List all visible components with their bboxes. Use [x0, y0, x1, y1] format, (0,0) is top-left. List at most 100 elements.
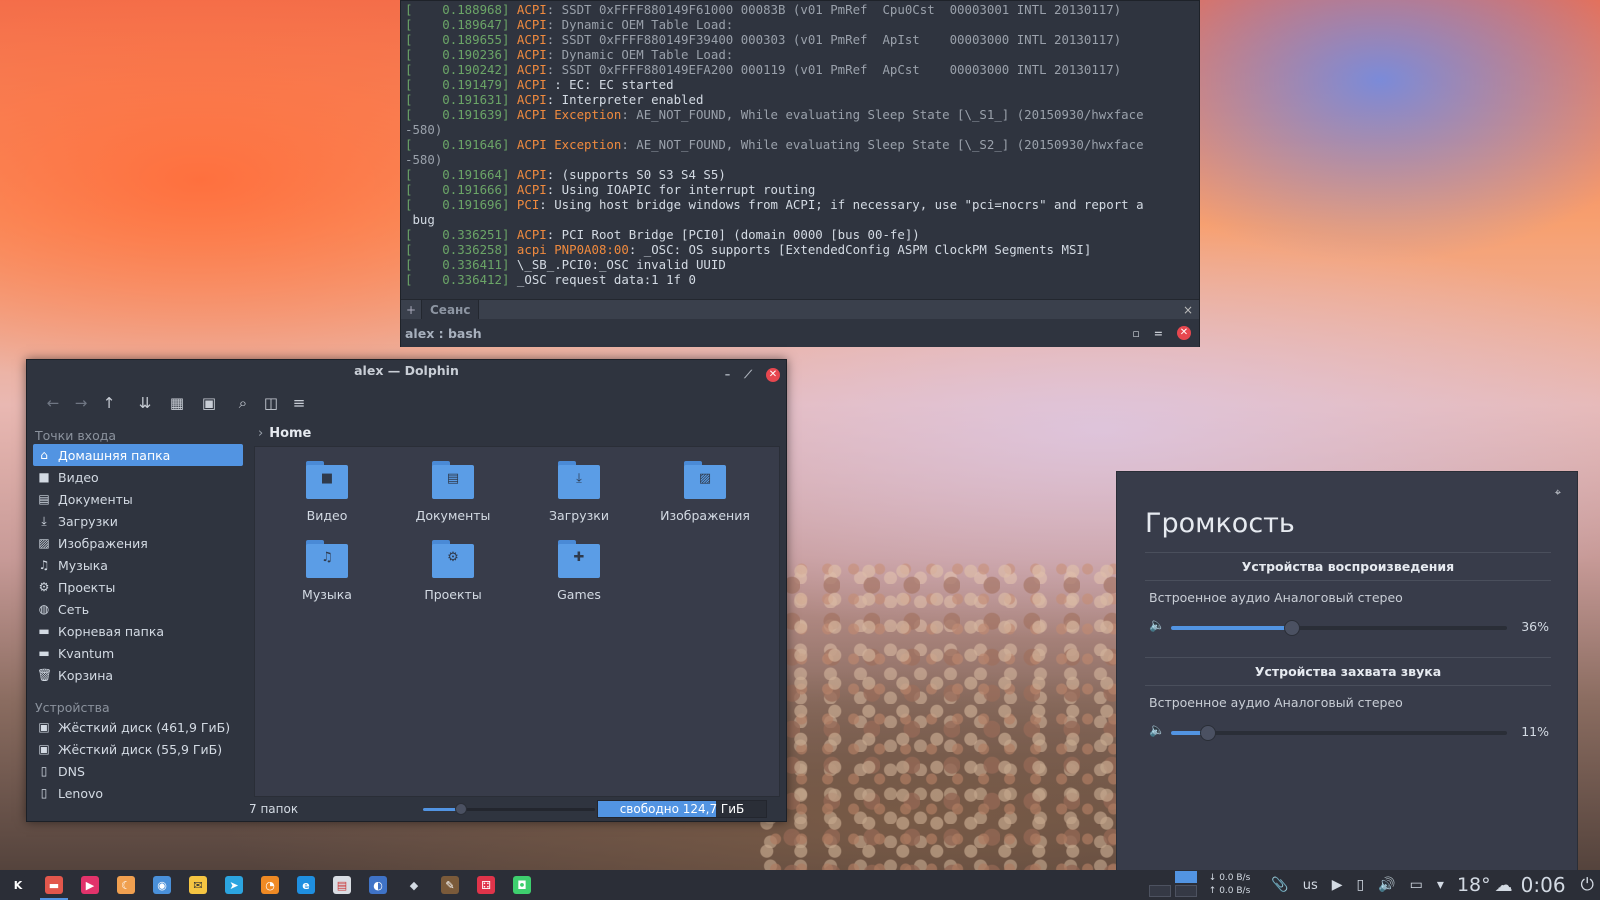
playback-volume-handle[interactable] [1283, 620, 1300, 636]
folder-item[interactable]: ▤ Документы [389, 461, 517, 523]
place-item[interactable]: ▨ Изображения [33, 532, 243, 554]
speaker-icon[interactable]: 🔈 [1149, 618, 1165, 633]
media-player-icon[interactable]: ▶ [1332, 877, 1343, 893]
zoom-slider-handle[interactable] [454, 803, 467, 815]
folder-item[interactable]: ♫ Музыка [263, 540, 391, 602]
close-tab-icon[interactable]: × [1183, 303, 1193, 317]
place-item[interactable]: ⤓ Загрузки [33, 510, 243, 532]
close-window-button[interactable]: ✕ [766, 368, 780, 382]
desktop-1[interactable] [1174, 871, 1197, 883]
taskbar-app-button[interactable]: K [0, 870, 36, 900]
android-icon: ◘ [513, 876, 531, 894]
device-item[interactable]: ▣ Жёсткий диск (55,9 ГиБ) [33, 738, 243, 760]
timestamp: [ 0.336258] [405, 242, 517, 257]
terminal-line: [ 0.191696] PCI: Using host bridge windo… [405, 197, 1193, 212]
minimize-button[interactable]: – [725, 364, 731, 386]
keyboard-layout[interactable]: us [1303, 878, 1318, 893]
capture-volume-slider[interactable] [1171, 725, 1507, 741]
log-tag: ACPI [516, 32, 547, 47]
kdeconnect-icon[interactable]: ▯ [1357, 877, 1365, 893]
split-view-icon[interactable]: ◫ [257, 389, 285, 417]
taskbar-app-button[interactable]: ➤ [216, 870, 252, 900]
place-item[interactable]: ▬ Корневая папка [33, 620, 243, 642]
maximize-button[interactable]: ⟋ [744, 364, 752, 386]
place-item[interactable]: ▬ Kvantum [33, 642, 243, 664]
close-window-button[interactable]: ✕ [1177, 326, 1191, 340]
terminal-output[interactable]: [ 0.188968] ACPI: SSDT 0xFFFF880149F6100… [401, 1, 1199, 299]
playback-volume-slider[interactable] [1171, 620, 1507, 636]
playback-volume-row: 🔈 36% [1149, 617, 1549, 637]
breadcrumb-home[interactable]: Home [269, 426, 311, 441]
place-item[interactable]: ♫ Музыка [33, 554, 243, 576]
power-icon[interactable]: ⏻ [1581, 875, 1594, 895]
back-arrow-icon[interactable]: ← [39, 389, 67, 417]
taskbar-app-button[interactable]: ✎ [432, 870, 468, 900]
menu-icon[interactable]: = [1154, 327, 1163, 340]
folder-icon: ⤓ [558, 461, 600, 499]
folder-item[interactable]: ■ Видео [263, 461, 391, 523]
place-item[interactable]: 🗑 Корзина [33, 664, 243, 686]
timestamp: [ 0.191639] [405, 107, 517, 122]
taskbar-app-button[interactable]: ◔ [252, 870, 288, 900]
place-icon: ■ [38, 470, 50, 484]
icons-view-icon[interactable]: ▦ [163, 389, 191, 417]
display-icon[interactable]: ▭ [1410, 877, 1423, 893]
search-icon[interactable]: ⌕ [229, 389, 257, 417]
cloud-icon[interactable]: ☁ [1495, 875, 1513, 896]
place-label: Документы [58, 491, 133, 507]
forward-arrow-icon[interactable]: → [67, 389, 95, 417]
zoom-slider[interactable] [423, 803, 595, 815]
folder-icon: ▤ [432, 461, 474, 499]
new-tab-button[interactable]: + [401, 303, 421, 317]
restore-icon[interactable]: ▫ [1132, 327, 1139, 340]
place-item[interactable]: ■ Видео [33, 466, 243, 488]
device-label: Жёсткий диск (55,9 ГиБ) [58, 741, 223, 757]
sort-icon[interactable]: ⇊ [131, 389, 159, 417]
taskbar-app-button[interactable]: ◘ [504, 870, 540, 900]
temperature[interactable]: 18° [1457, 874, 1491, 896]
taskbar-app-button[interactable]: ▬ [36, 870, 72, 900]
tab-session[interactable]: Сеанс [421, 299, 480, 320]
taskbar-app-button[interactable]: ▶ [72, 870, 108, 900]
pin-icon[interactable]: ⌖ [1555, 486, 1561, 500]
log-tag: ACPI Exception [516, 137, 622, 152]
preview-icon[interactable]: ▣ [195, 389, 223, 417]
taskbar-app-button[interactable]: ◆ [396, 870, 432, 900]
clock[interactable]: 0:06 [1521, 873, 1566, 897]
expand-tray-icon[interactable]: ▾ [1437, 877, 1444, 893]
device-item[interactable]: ▯ DNS [33, 760, 243, 782]
log-tag: ACPI [516, 182, 547, 197]
folder-label: Загрузки [549, 508, 609, 523]
folder-item[interactable]: ⤓ Загрузки [515, 461, 643, 523]
volume-icon[interactable]: 🔊 [1378, 877, 1395, 893]
place-item[interactable]: ▤ Документы [33, 488, 243, 510]
taskbar-app-button[interactable]: ▤ [324, 870, 360, 900]
taskbar-app-button[interactable]: ☾ [108, 870, 144, 900]
virtual-desktop-pager[interactable] [1148, 871, 1201, 899]
place-item[interactable]: ⌂ Домашняя папка [33, 444, 243, 466]
capture-volume-handle[interactable] [1199, 725, 1216, 741]
place-item[interactable]: ◍ Сеть [33, 598, 243, 620]
up-arrow-icon[interactable]: ↑ [95, 389, 123, 417]
taskbar-app-button[interactable]: ⚃ [468, 870, 504, 900]
place-item[interactable]: ⚙ Проекты [33, 576, 243, 598]
microphone-speaker-icon[interactable]: 🔈 [1149, 723, 1165, 738]
folder-view[interactable]: ■ Видео ▤ Документы ⤓ Загрузки ▨ Изображения ♫ Му… [254, 446, 780, 797]
places-header: Точки входа [35, 428, 117, 443]
folder-item[interactable]: ✚ Games [515, 540, 643, 602]
desktop-3[interactable] [1148, 885, 1171, 897]
hamburger-menu-icon[interactable]: ≡ [285, 389, 313, 417]
device-item[interactable]: ▯ Lenovo [33, 782, 243, 804]
taskbar-app-button[interactable]: ◉ [144, 870, 180, 900]
taskbar-app-button[interactable]: ◐ [360, 870, 396, 900]
folder-item[interactable]: ▨ Изображения [641, 461, 769, 523]
clipboard-icon[interactable]: 📎 [1271, 877, 1288, 893]
place-icon: ◍ [38, 602, 50, 616]
breadcrumb[interactable]: › Home [254, 422, 780, 446]
taskbar-app-button[interactable]: e [288, 870, 324, 900]
device-icon: ▣ [38, 720, 50, 734]
desktop-4[interactable] [1174, 885, 1197, 897]
taskbar-app-button[interactable]: ✉ [180, 870, 216, 900]
folder-item[interactable]: ⚙ Проекты [389, 540, 517, 602]
device-item[interactable]: ▣ Жёсткий диск (461,9 ГиБ) [33, 716, 243, 738]
